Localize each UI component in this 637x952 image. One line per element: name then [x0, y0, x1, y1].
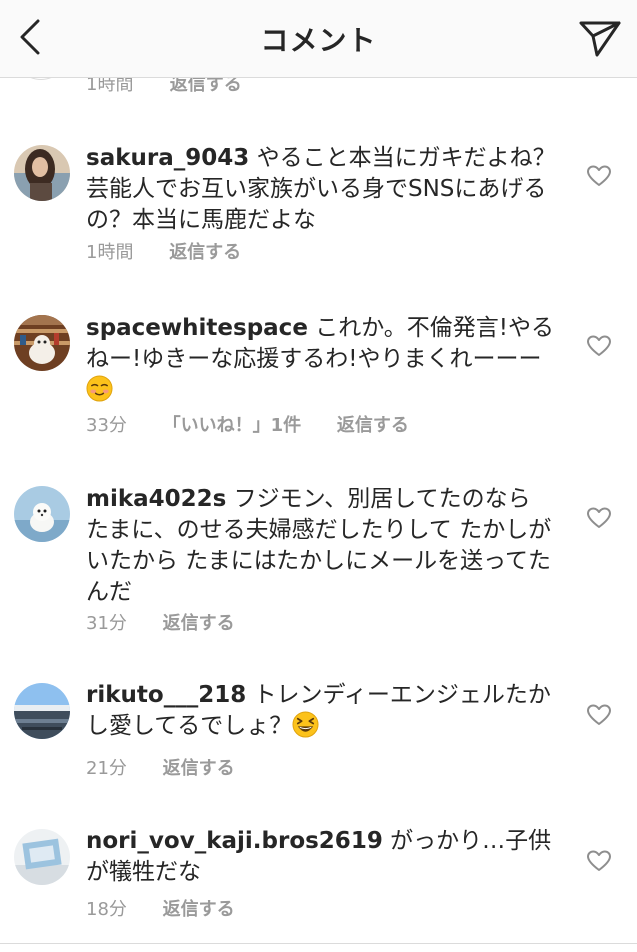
avatar[interactable]	[14, 315, 70, 371]
comment-username[interactable]: mika4022s	[86, 486, 226, 512]
comments-screen: コメント 1時間 返信する sakura_9043 やること本当にガキだよね？芸…	[0, 0, 637, 952]
comment-username[interactable]: nori_vov_kaji.bros2619	[86, 828, 383, 854]
reply-button[interactable]: 返信する	[163, 609, 235, 635]
reply-button[interactable]: 返信する	[163, 754, 235, 780]
relieved-face-emoji	[86, 375, 113, 402]
reply-button[interactable]: 返信する	[163, 895, 235, 921]
comment-body: spacewhitespace これか。不倫発言!やるねー!ゆきーな応援するわ!…	[86, 313, 556, 406]
reply-button[interactable]: 返信する	[169, 238, 241, 264]
heart-icon[interactable]	[587, 165, 611, 187]
page-title: コメント	[260, 24, 377, 57]
divider	[0, 943, 637, 944]
heart-icon[interactable]	[587, 850, 611, 872]
comment-time: 18分	[86, 899, 127, 920]
comment-meta: 18分 返信する	[86, 895, 235, 921]
comment-body: rikuto___218 トレンディーエンジェルたかし愛してるでしょ？	[86, 680, 556, 742]
likes-count[interactable]: 「いいね！」1件	[163, 411, 302, 437]
heart-icon[interactable]	[587, 704, 611, 726]
avatar[interactable]	[14, 683, 70, 739]
comment-username[interactable]: sakura_9043	[86, 145, 249, 171]
nav-header: コメント	[0, 0, 637, 78]
comment-meta: 21分 返信する	[86, 754, 235, 780]
comment-username[interactable]: spacewhitespace	[86, 315, 308, 341]
comment-time: 33分	[86, 415, 127, 436]
heart-icon[interactable]	[587, 507, 611, 529]
comment-body: sakura_9043 やること本当にガキだよね？芸能人でお互い家族がいる身でS…	[86, 143, 556, 236]
comment-username[interactable]: rikuto___218	[86, 682, 246, 708]
comment-meta: 1時間 返信する	[86, 238, 241, 264]
avatar[interactable]	[14, 486, 70, 542]
share-button[interactable]	[575, 14, 625, 64]
avatar[interactable]	[14, 145, 70, 201]
comment-time: 1時間	[86, 242, 134, 263]
comment-time: 31分	[86, 613, 127, 634]
comment-body: nori_vov_kaji.bros2619 がっかり…子供が犠牲だな	[86, 826, 556, 888]
grinning-squinting-face-emoji	[292, 711, 319, 738]
comment-body: mika4022s フジモン、別居してたのなら たまに、のせる夫婦感だしたりして…	[86, 484, 556, 608]
heart-icon[interactable]	[587, 335, 611, 357]
reply-button[interactable]: 返信する	[337, 411, 409, 437]
comment-meta: 31分 返信する	[86, 609, 235, 635]
comment-meta: 33分 「いいね！」1件 返信する	[86, 411, 409, 437]
avatar[interactable]	[14, 829, 70, 885]
comment-time: 21分	[86, 758, 127, 779]
paper-plane-icon	[579, 21, 621, 57]
